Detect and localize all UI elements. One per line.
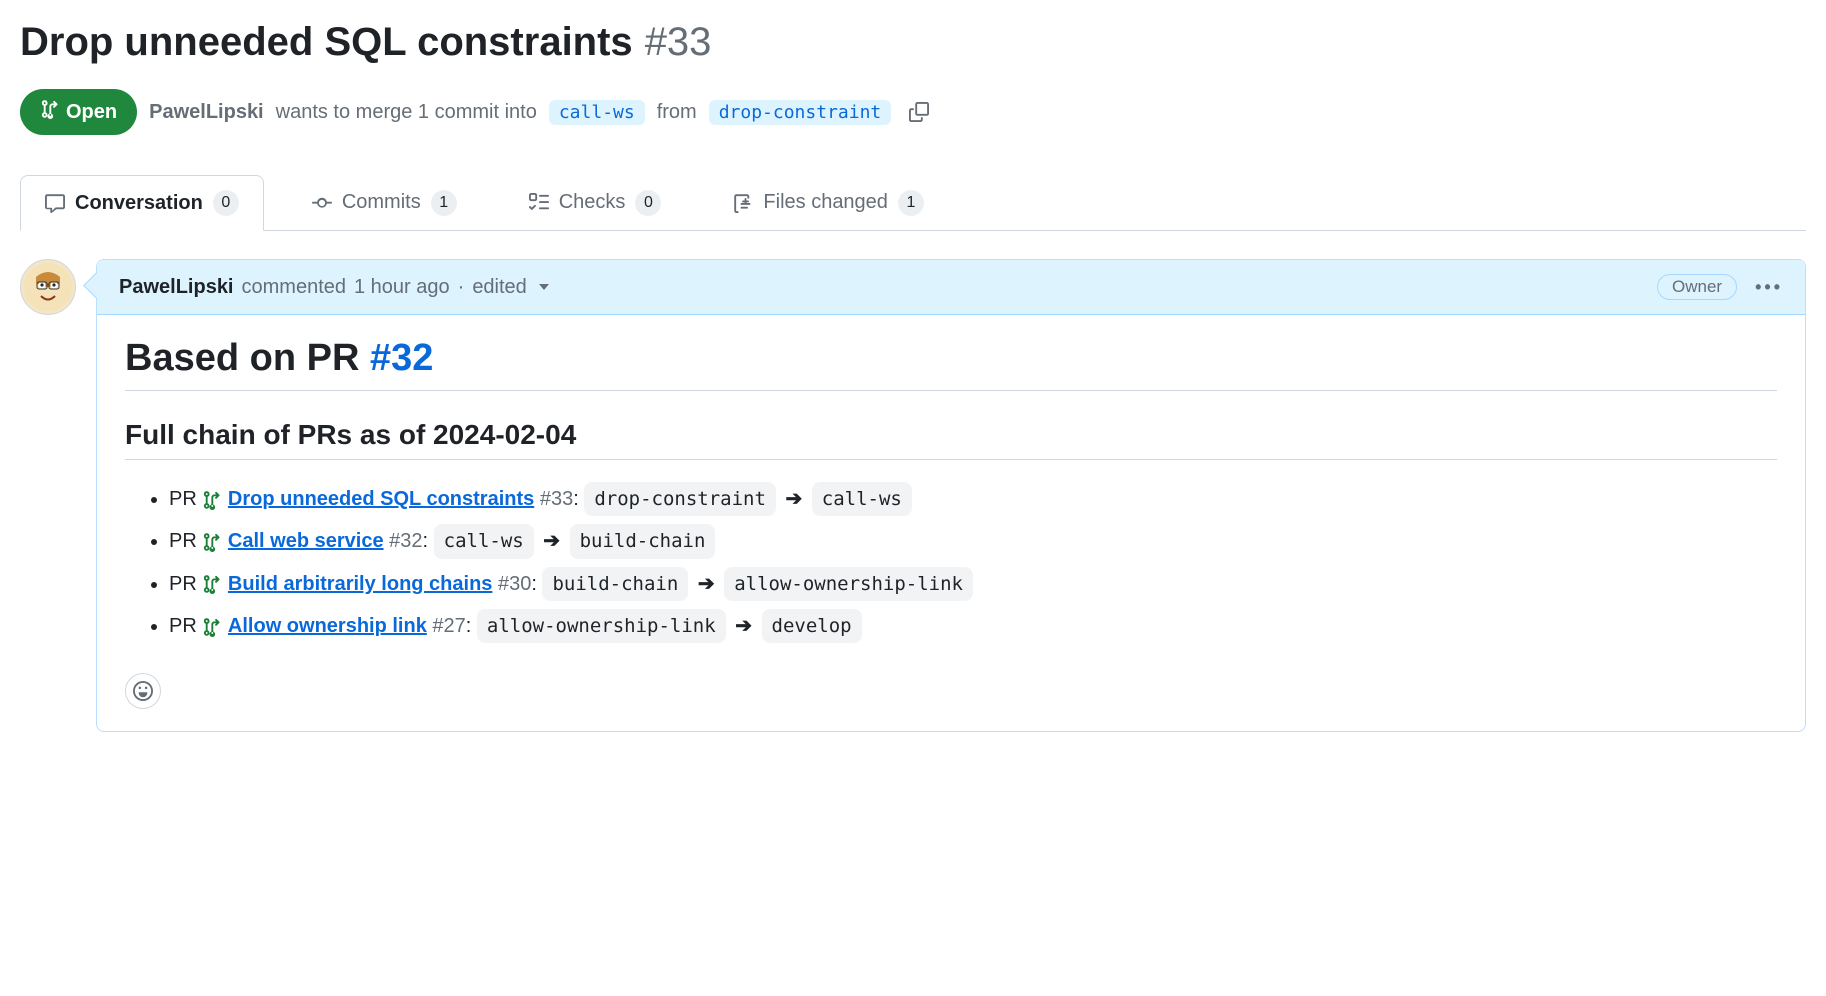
git-pull-request-icon (40, 99, 60, 125)
pr-chain-item: PR Drop unneeded SQL constraints #33: dr… (169, 482, 1777, 516)
tab-conversation[interactable]: Conversation 0 (20, 175, 264, 231)
branch-to: call-ws (812, 482, 912, 516)
head-branch[interactable]: drop-constraint (709, 100, 892, 125)
pr-prefix: PR (169, 615, 197, 637)
tab-conversation-label: Conversation (75, 192, 203, 215)
git-pull-request-open-icon (202, 490, 222, 510)
pr-number-ref: #32 (389, 530, 422, 552)
pr-chain-list: PR Drop unneeded SQL constraints #33: dr… (125, 482, 1777, 643)
branch-from: drop-constraint (584, 482, 776, 516)
tab-commits-label: Commits (342, 191, 421, 214)
merge-text-2: from (657, 101, 697, 124)
comment-verb: commented (242, 276, 347, 299)
pr-link[interactable]: Drop unneeded SQL constraints (228, 488, 534, 510)
reaction-button[interactable] (125, 673, 161, 709)
pr-prefix: PR (169, 530, 197, 552)
arrow-icon: ➔ (538, 530, 566, 552)
arrow-icon: ➔ (692, 573, 720, 595)
pr-tabs: Conversation 0 Commits 1 Checks 0 Files … (20, 175, 1806, 231)
pr-chain-item: PR Call web service #32: call-ws ➔ build… (169, 524, 1777, 558)
comment-body: Based on PR #32 Full chain of PRs as of … (97, 315, 1805, 731)
pr-prefix: PR (169, 573, 197, 595)
git-pull-request-open-icon (202, 617, 222, 637)
pr-header: Drop unneeded SQL constraints #33 (20, 20, 1806, 65)
tab-files-count: 1 (898, 190, 924, 216)
based-on-prefix: Based on PR (125, 337, 370, 379)
branch-to: allow-ownership-link (724, 567, 973, 601)
tab-files-label: Files changed (763, 191, 888, 214)
state-label: Open (66, 101, 117, 124)
pr-link[interactable]: Allow ownership link (228, 615, 427, 637)
arrow-icon: ➔ (780, 488, 808, 510)
branch-from: call-ws (434, 524, 534, 558)
branch-from: allow-ownership-link (477, 609, 726, 643)
pr-chain-item: PR Allow ownership link #27: allow-owner… (169, 609, 1777, 643)
pr-number-ref: #27 (432, 615, 465, 637)
avatar[interactable] (20, 259, 76, 315)
copy-icon[interactable] (909, 102, 929, 122)
comment-header: PawelLipski commented 1 hour ago · edite… (97, 260, 1805, 315)
chain-heading: Full chain of PRs as of 2024-02-04 (125, 419, 1777, 460)
tab-checks-label: Checks (559, 191, 626, 214)
pr-link[interactable]: Build arbitrarily long chains (228, 573, 493, 595)
pr-number: #33 (645, 20, 712, 65)
owner-badge: Owner (1657, 274, 1737, 300)
git-pull-request-open-icon (202, 574, 222, 594)
comment-edited[interactable]: edited (472, 276, 527, 299)
pr-number-ref: #30 (498, 573, 531, 595)
tab-files[interactable]: Files changed 1 (709, 175, 948, 230)
git-pull-request-open-icon (202, 532, 222, 552)
base-branch[interactable]: call-ws (549, 100, 645, 125)
pr-meta-row: Open PawelLipski wants to merge 1 commit… (20, 89, 1806, 135)
tab-commits[interactable]: Commits 1 (288, 175, 481, 230)
arrow-icon: ➔ (730, 615, 758, 637)
branch-to: develop (762, 609, 862, 643)
merge-text-1: wants to merge 1 commit into (276, 101, 537, 124)
based-on-heading: Based on PR #32 (125, 337, 1777, 391)
comment-time[interactable]: 1 hour ago (354, 276, 450, 299)
caret-down-icon[interactable] (539, 284, 549, 290)
pr-chain-item: PR Build arbitrarily long chains #30: bu… (169, 567, 1777, 601)
pr-number-ref: #33 (540, 488, 573, 510)
comment-sep: · (458, 276, 465, 299)
pr-author[interactable]: PawelLipski (149, 101, 264, 124)
timeline: PawelLipski commented 1 hour ago · edite… (20, 259, 1806, 732)
tab-checks-count: 0 (635, 190, 661, 216)
based-on-link[interactable]: #32 (370, 337, 433, 379)
branch-from: build-chain (542, 567, 688, 601)
state-badge: Open (20, 89, 137, 135)
tab-conversation-count: 0 (213, 190, 239, 216)
branch-to: build-chain (570, 524, 716, 558)
pr-link[interactable]: Call web service (228, 530, 384, 552)
comment-box: PawelLipski commented 1 hour ago · edite… (96, 259, 1806, 732)
tab-checks[interactable]: Checks 0 (505, 175, 686, 230)
comment-author[interactable]: PawelLipski (119, 276, 234, 299)
pr-title: Drop unneeded SQL constraints (20, 20, 633, 65)
pr-prefix: PR (169, 488, 197, 510)
tab-commits-count: 1 (431, 190, 457, 216)
kebab-icon[interactable]: ••• (1755, 277, 1783, 298)
